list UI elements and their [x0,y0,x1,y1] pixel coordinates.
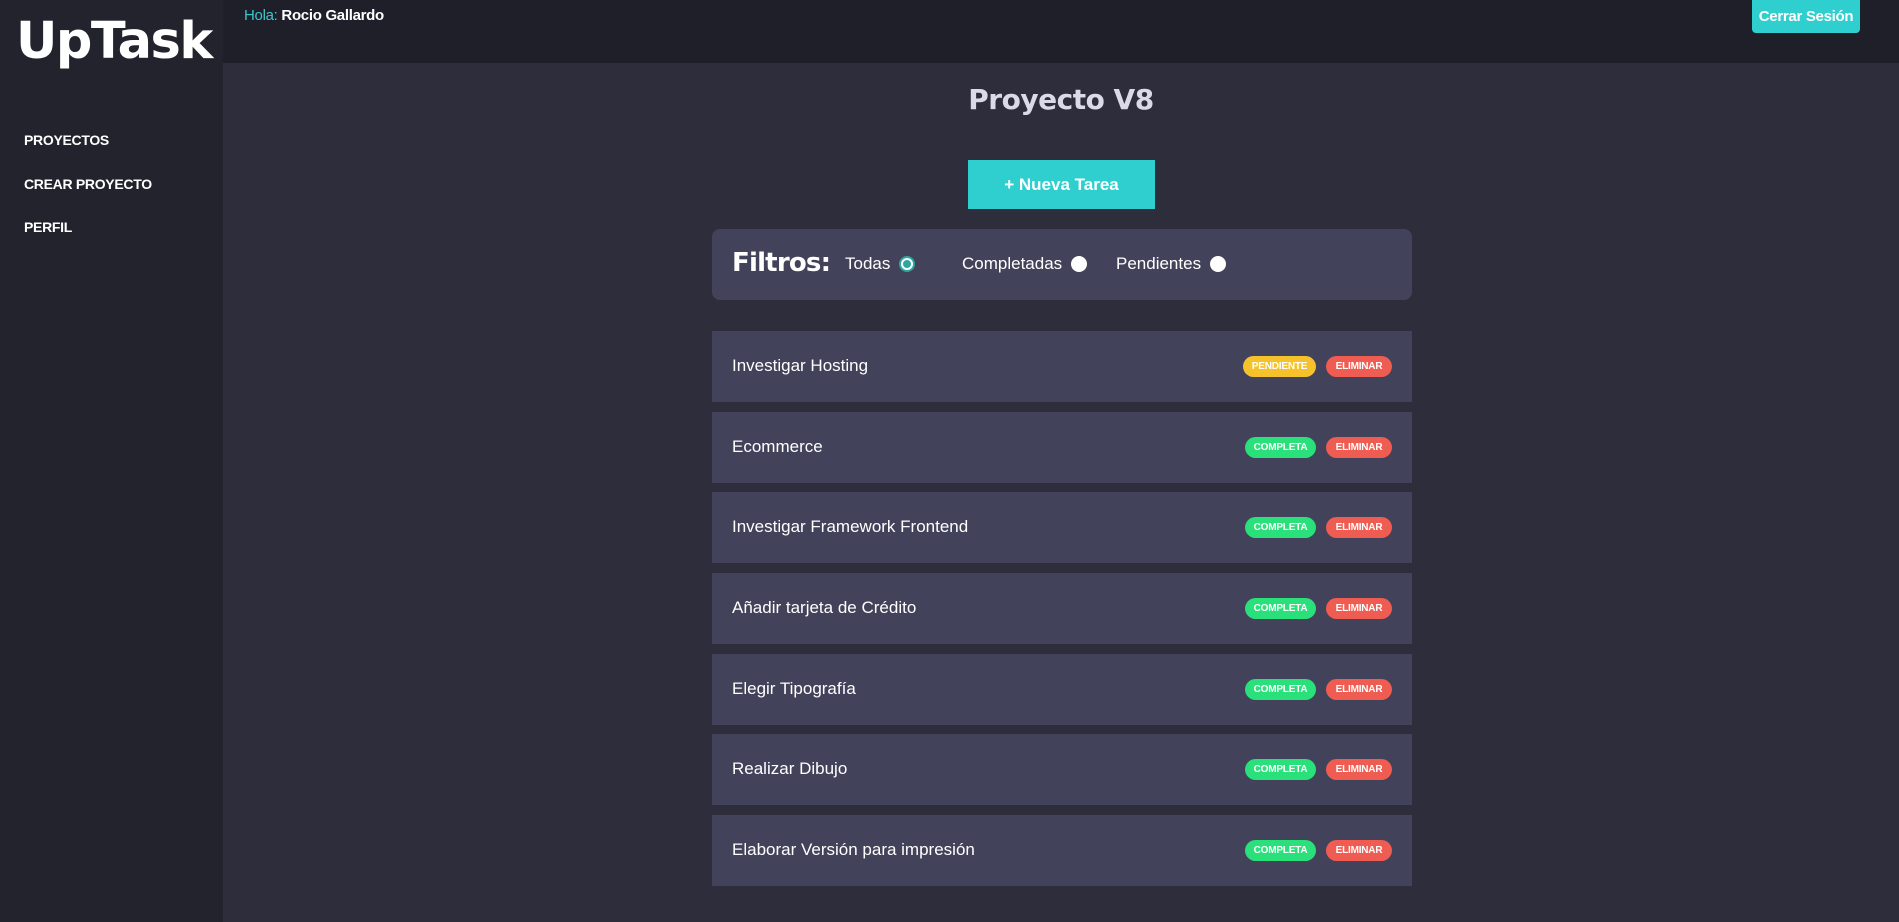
sidebar: UpTask PROYECTOS CREAR PROYECTO PERFIL [0,0,223,922]
task-delete-button[interactable]: ELIMINAR [1326,840,1392,862]
task-actions: PENDIENTE ELIMINAR [1243,356,1392,377]
sidebar-nav: PROYECTOS CREAR PROYECTO PERFIL [24,129,152,260]
task-status-button[interactable]: COMPLETA [1245,436,1316,458]
task-actions: COMPLETA ELIMINAR [1245,678,1392,700]
filter-completadas-label: Completadas [962,254,1063,273]
task-row: Investigar Hosting PENDIENTE ELIMINAR [712,331,1412,402]
task-name[interactable]: Realizar Dibujo [732,759,847,779]
task-name[interactable]: Investigar Hosting [732,356,868,376]
app-logo[interactable]: UpTask [16,12,213,71]
task-delete-button[interactable]: ELIMINAR [1326,356,1392,377]
task-actions: COMPLETA ELIMINAR [1245,436,1392,458]
sidebar-item-perfil[interactable]: PERFIL [24,216,152,260]
filter-pendientes[interactable]: Pendientes [1116,254,1227,274]
task-row: Ecommerce COMPLETA ELIMINAR [712,411,1412,483]
filter-todas-radio[interactable] [899,256,916,272]
task-name[interactable]: Ecommerce [732,437,823,457]
new-task-button[interactable]: + Nueva Tarea [968,160,1155,209]
task-delete-button[interactable]: ELIMINAR [1326,436,1392,458]
task-delete-button[interactable]: ELIMINAR [1326,598,1392,620]
greeting-label: Hola: [244,7,278,24]
task-delete-button[interactable]: ELIMINAR [1326,759,1392,781]
task-actions: COMPLETA ELIMINAR [1245,517,1392,539]
main-content: Proyecto V8 + Nueva Tarea Filtros: Todas… [223,63,1899,922]
filter-todas[interactable]: Todas [845,254,916,274]
top-bar: Hola: Rocio Gallardo Cerrar Sesión [223,0,1899,63]
sidebar-item-crear-proyecto[interactable]: CREAR PROYECTO [24,173,152,217]
task-status-button[interactable]: COMPLETA [1245,678,1316,700]
filter-pendientes-radio[interactable] [1210,256,1227,272]
task-name[interactable]: Añadir tarjeta de Crédito [732,598,916,618]
filter-completadas-radio[interactable] [1071,256,1088,272]
task-name[interactable]: Elaborar Versión para impresión [732,840,975,860]
user-greeting: Hola: Rocio Gallardo [244,7,384,24]
task-status-button[interactable]: COMPLETA [1245,759,1316,781]
task-status-button[interactable]: PENDIENTE [1243,356,1316,377]
task-status-button[interactable]: COMPLETA [1245,840,1316,862]
filter-pendientes-label: Pendientes [1116,254,1202,273]
task-row: Elegir Tipografía COMPLETA ELIMINAR [712,653,1412,725]
task-delete-button[interactable]: ELIMINAR [1326,678,1392,700]
user-name: Rocio Gallardo [281,7,384,24]
task-name[interactable]: Elegir Tipografía [732,679,856,699]
page-title: Proyecto V8 [968,83,1154,116]
filter-completadas[interactable]: Completadas [962,254,1088,274]
task-row: Realizar Dibujo COMPLETA ELIMINAR [712,734,1412,806]
filter-todas-label: Todas [845,254,891,273]
task-row: Añadir tarjeta de Crédito COMPLETA ELIMI… [712,573,1412,645]
filters-panel: Filtros: Todas Completadas Pendientes [712,229,1412,300]
logout-button[interactable]: Cerrar Sesión [1752,0,1860,33]
task-actions: COMPLETA ELIMINAR [1245,598,1392,620]
task-list: Investigar Hosting PENDIENTE ELIMINAR Ec… [712,331,1412,896]
sidebar-item-proyectos[interactable]: PROYECTOS [24,129,152,173]
task-actions: COMPLETA ELIMINAR [1245,759,1392,781]
task-actions: COMPLETA ELIMINAR [1245,840,1392,862]
task-row: Elaborar Versión para impresión COMPLETA… [712,815,1412,887]
task-name[interactable]: Investigar Framework Frontend [732,517,968,537]
task-status-button[interactable]: COMPLETA [1245,517,1316,539]
task-status-button[interactable]: COMPLETA [1245,598,1316,620]
task-delete-button[interactable]: ELIMINAR [1326,517,1392,539]
filters-title: Filtros: [732,248,831,278]
task-row: Investigar Framework Frontend COMPLETA E… [712,492,1412,564]
